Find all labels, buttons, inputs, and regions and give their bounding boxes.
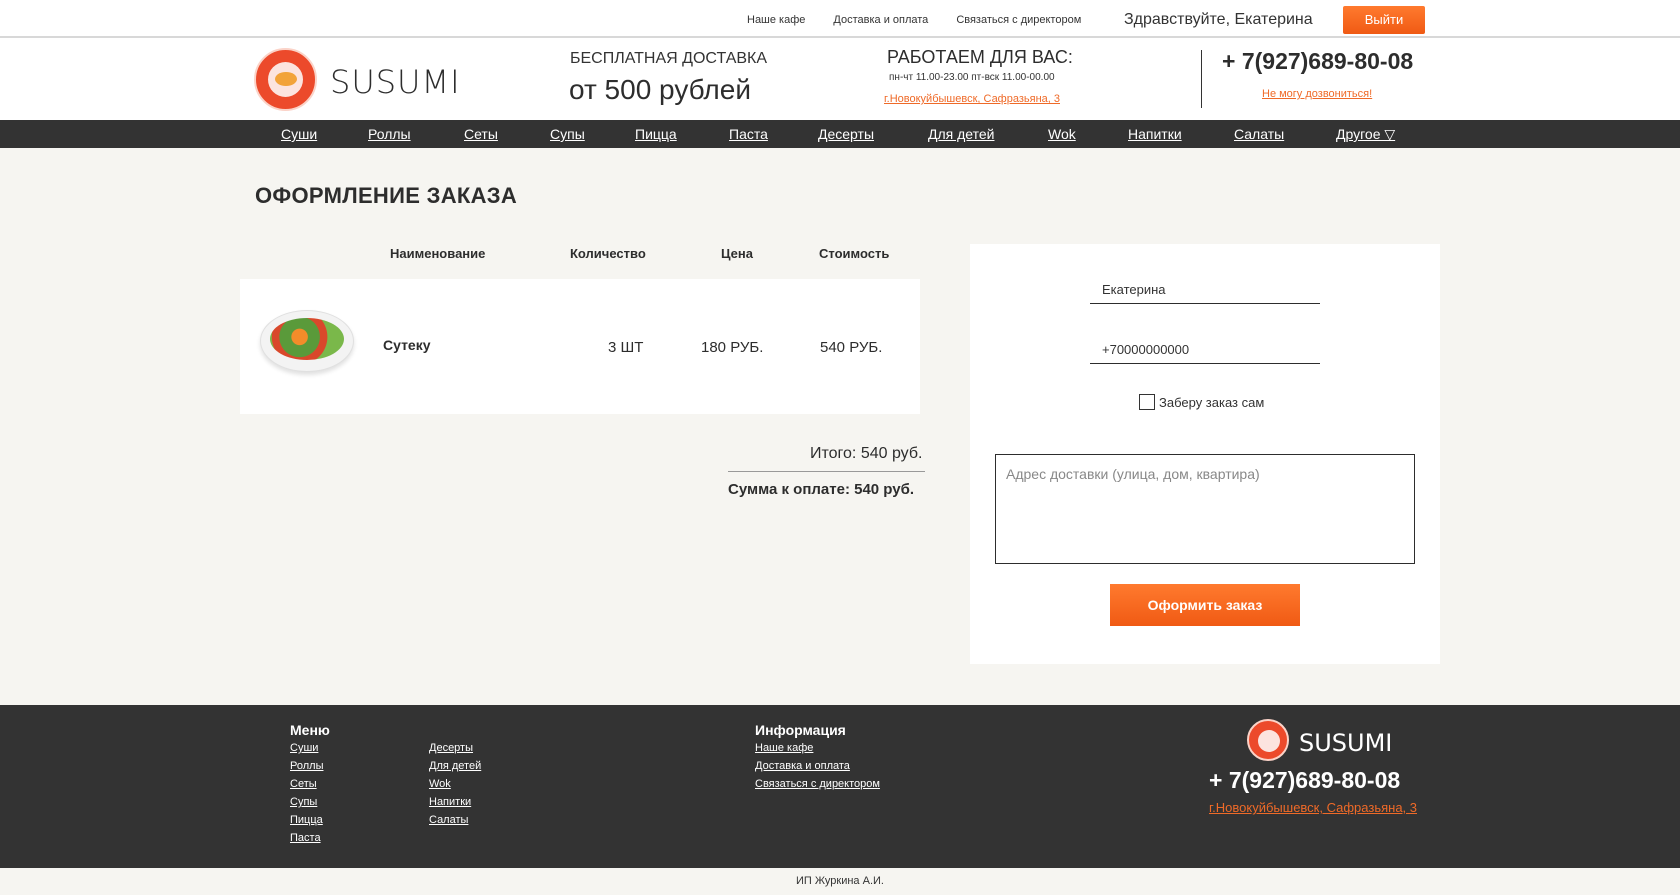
top-bar: Наше кафе Доставка и оплата Связаться с … <box>0 0 1680 38</box>
main-nav: Суши Роллы Сеты Супы Пицца Паста Десерты… <box>0 120 1680 148</box>
logout-button[interactable]: Выйти <box>1343 6 1425 34</box>
column-header-price: Цена <box>721 246 753 261</box>
amount-to-pay: Сумма к оплате: 540 руб. <box>728 481 915 498</box>
nav-item-pizza[interactable]: Пицца <box>635 126 677 142</box>
item-quantity: 3 ШТ <box>608 339 644 356</box>
logo-text[interactable]: SUSUMI <box>330 63 461 101</box>
nav-item-other[interactable]: Другое ▽ <box>1336 126 1395 143</box>
header-divider <box>1201 50 1202 108</box>
nav-item-sets[interactable]: Сеты <box>464 126 498 142</box>
free-delivery-label: БЕСПЛАТНАЯ ДОСТАВКА <box>570 50 768 67</box>
item-name: Сутеку <box>383 337 431 353</box>
footer-link-kids[interactable]: Для детей <box>429 760 481 772</box>
logo-icon[interactable] <box>254 48 317 111</box>
address-textarea[interactable]: Адрес доставки (улица, дом, квартира) <box>995 454 1415 564</box>
work-hours-title: РАБОТАЕМ ДЛЯ ВАС: <box>887 47 1073 67</box>
footer-link-drinks[interactable]: Напитки <box>429 796 471 808</box>
dish-image <box>256 296 356 394</box>
footer-link-sets[interactable]: Сеты <box>290 778 317 790</box>
top-links: Наше кафе Доставка и оплата Связаться с … <box>747 14 1109 26</box>
footer-link-desserts[interactable]: Десерты <box>429 742 473 754</box>
work-hours-text: пн-чт 11.00-23.00 пт-вск 11.00-00.00 <box>889 72 1055 83</box>
column-header-quantity: Количество <box>570 246 646 261</box>
nav-item-sushi[interactable]: Суши <box>281 126 317 142</box>
header-address-link[interactable]: г.Новокуйбышевск, Сафразьяна, 3 <box>884 93 1060 105</box>
top-link-cafe[interactable]: Наше кафе <box>747 14 805 26</box>
footer-link-soups[interactable]: Супы <box>290 796 317 808</box>
item-price: 180 РУБ. <box>701 339 764 356</box>
footer-menu-title: Меню <box>290 722 330 738</box>
column-header-name: Наименование <box>390 246 486 261</box>
cant-call-link[interactable]: Не могу дозвониться! <box>1262 88 1372 100</box>
total-divider <box>728 471 925 472</box>
submit-order-button[interactable]: Оформить заказ <box>1110 584 1300 626</box>
footer-link-pasta[interactable]: Паста <box>290 832 321 844</box>
order-total: Итого: 540 руб. <box>810 445 923 462</box>
pickup-label: Заберу заказ сам <box>1159 394 1265 410</box>
top-link-contact-director[interactable]: Связаться с директором <box>956 14 1081 26</box>
footer-logo-text[interactable]: SUSUMI <box>1299 729 1392 757</box>
pickup-option[interactable]: Заберу заказ сам <box>1139 394 1264 410</box>
footer-info-title: Информация <box>755 722 846 738</box>
table-row: Сутеку 3 ШТ 180 РУБ. 540 РУБ. <box>240 279 920 414</box>
footer-phone[interactable]: + 7(927)689-80-08 <box>1209 767 1400 794</box>
nav-item-pasta[interactable]: Паста <box>729 126 768 142</box>
footer-link-sushi[interactable]: Суши <box>290 742 318 754</box>
nav-item-kids[interactable]: Для детей <box>928 126 994 142</box>
footer-link-delivery[interactable]: Доставка и оплата <box>755 760 850 772</box>
header-phone[interactable]: + 7(927)689-80-08 <box>1222 48 1413 75</box>
nav-item-desserts[interactable]: Десерты <box>818 126 874 142</box>
nav-item-salads[interactable]: Салаты <box>1234 126 1284 142</box>
nav-item-wok[interactable]: Wok <box>1048 126 1076 142</box>
footer-link-wok[interactable]: Wok <box>429 778 451 790</box>
footer-link-rolls[interactable]: Роллы <box>290 760 323 772</box>
pickup-checkbox[interactable] <box>1139 394 1155 410</box>
footer-logo-icon[interactable] <box>1247 719 1289 761</box>
name-field[interactable]: Екатерина <box>1090 274 1320 304</box>
site-footer: Меню Суши Роллы Сеты Супы Пицца Паста Де… <box>0 705 1680 868</box>
nav-item-rolls[interactable]: Роллы <box>368 126 411 142</box>
top-link-delivery[interactable]: Доставка и оплата <box>833 14 928 26</box>
phone-field[interactable]: +70000000000 <box>1090 334 1320 364</box>
item-cost: 540 РУБ. <box>820 339 883 356</box>
footer-link-pizza[interactable]: Пицца <box>290 814 323 826</box>
column-header-cost: Стоимость <box>819 246 890 261</box>
footer-link-cafe[interactable]: Наше кафе <box>755 742 813 754</box>
free-delivery-sum: от 500 рублей <box>569 74 751 105</box>
greeting-text: Здравствуйте, Екатерина <box>1124 11 1313 28</box>
copyright-text: ИП Журкина А.И. <box>796 875 884 887</box>
footer-link-salads[interactable]: Салаты <box>429 814 468 826</box>
nav-item-soups[interactable]: Супы <box>550 126 585 142</box>
footer-link-contact-director[interactable]: Связаться с директором <box>755 778 880 790</box>
footer-address-link[interactable]: г.Новокуйбышевск, Сафразьяна, 3 <box>1209 800 1417 815</box>
page-title: ОФОРМЛЕНИЕ ЗАКАЗА <box>255 183 518 208</box>
nav-item-drinks[interactable]: Напитки <box>1128 126 1182 142</box>
site-header: SUSUMI БЕСПЛАТНАЯ ДОСТАВКА от 500 рублей… <box>0 38 1680 120</box>
